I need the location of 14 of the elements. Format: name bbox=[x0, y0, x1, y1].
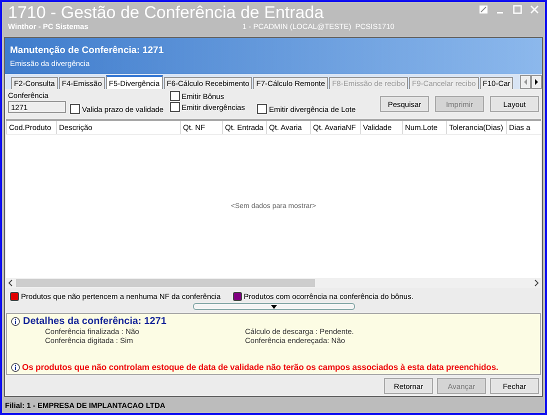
scroll-right-icon[interactable] bbox=[531, 75, 542, 89]
warning-message: Os produtos que não controlam estoque de data de validade não terão os campos associados à esta data preenchidos. bbox=[22, 362, 498, 372]
checkbox[interactable] bbox=[70, 104, 80, 114]
checkbox[interactable] bbox=[170, 91, 180, 101]
splitter-handle[interactable] bbox=[192, 303, 354, 310]
window-title: 1710 - Gestão de Conferência de Entrada bbox=[8, 4, 324, 22]
scrollbar-thumb[interactable] bbox=[16, 279, 315, 287]
details-title: Detalhes da conferência: 1271 bbox=[23, 316, 166, 327]
info-icon bbox=[11, 362, 20, 372]
restore-icon[interactable] bbox=[479, 5, 488, 14]
header-title: Manutenção de Conferência: 1271 bbox=[10, 44, 165, 56]
checkbox[interactable] bbox=[170, 102, 180, 112]
checkbox[interactable] bbox=[256, 104, 267, 114]
info-icon bbox=[11, 317, 20, 326]
